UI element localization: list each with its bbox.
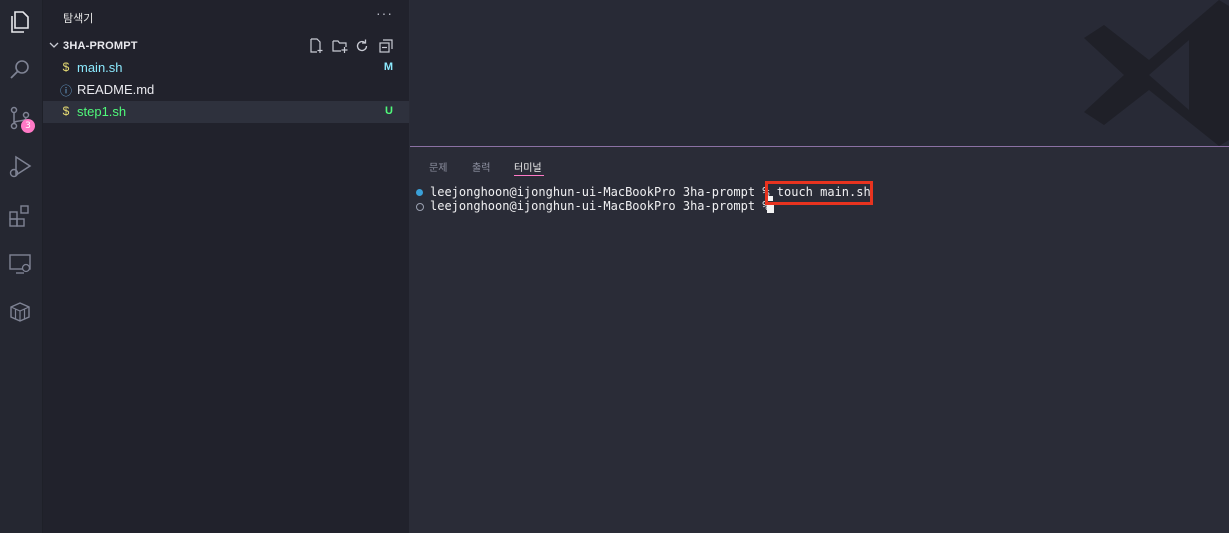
remote-explorer-icon[interactable]: [6, 250, 34, 278]
tab-output[interactable]: 출력: [472, 159, 490, 174]
search-icon[interactable]: [6, 56, 34, 84]
file-item-main-sh[interactable]: $ main.sh M: [43, 57, 409, 79]
file-item-readme-md[interactable]: ⓘ README.md: [43, 79, 409, 101]
scm-badge: 3: [21, 119, 35, 133]
file-name: step1.sh: [77, 104, 127, 119]
file-name: main.sh: [77, 60, 123, 75]
docker-icon[interactable]: [6, 298, 34, 326]
terminal-cursor: [767, 205, 774, 213]
explorer-sidebar: 탐색기 ··· 3HA-PROMPT $ main.sh M ⓘ README.…: [43, 0, 409, 533]
collapse-all-icon[interactable]: [377, 37, 395, 55]
refresh-icon[interactable]: [353, 37, 371, 55]
editor-area[interactable]: [410, 0, 1229, 146]
shell-file-icon: $: [62, 60, 70, 74]
folder-header[interactable]: 3HA-PROMPT: [43, 35, 409, 57]
terminal-prompt: leejonghoon@ijonghun-ui-MacBookPro 3ha-p…: [430, 185, 777, 199]
command-pending-dot: [416, 203, 424, 211]
extensions-icon[interactable]: [6, 202, 34, 230]
chevron-down-icon: [49, 42, 59, 48]
file-item-step1-sh[interactable]: $ step1.sh U: [43, 101, 409, 123]
activity-bar: 3: [0, 0, 43, 533]
git-status-untracked: U: [385, 105, 393, 117]
more-actions-button[interactable]: ···: [376, 5, 393, 21]
terminal-panel: 문제 출력 터미널 leejonghoon@ijonghun-ui-MacBoo…: [410, 147, 1229, 533]
active-tab-indicator: [514, 175, 544, 176]
tab-terminal[interactable]: 터미널: [514, 159, 542, 174]
terminal-line[interactable]: leejonghoon@ijonghun-ui-MacBookPro 3ha-p…: [416, 199, 774, 215]
file-name: README.md: [77, 82, 155, 97]
explorer-icon[interactable]: [6, 8, 34, 36]
terminal-prompt: leejonghoon@ijonghun-ui-MacBookPro 3ha-p…: [430, 199, 777, 213]
vscode-logo-icon: [1084, 0, 1229, 146]
info-icon: ⓘ: [59, 84, 72, 98]
git-status-modified: M: [383, 61, 393, 73]
shell-file-icon: $: [62, 104, 70, 118]
run-debug-icon[interactable]: [6, 152, 34, 180]
sidebar-title: 탐색기: [63, 13, 94, 25]
folder-label: 3HA-PROMPT: [63, 40, 138, 52]
new-folder-icon[interactable]: [331, 37, 349, 55]
new-file-icon[interactable]: [307, 37, 325, 55]
command-success-dot: [416, 189, 423, 196]
highlight-annotation: [765, 181, 873, 205]
tab-problems[interactable]: 문제: [429, 159, 447, 174]
